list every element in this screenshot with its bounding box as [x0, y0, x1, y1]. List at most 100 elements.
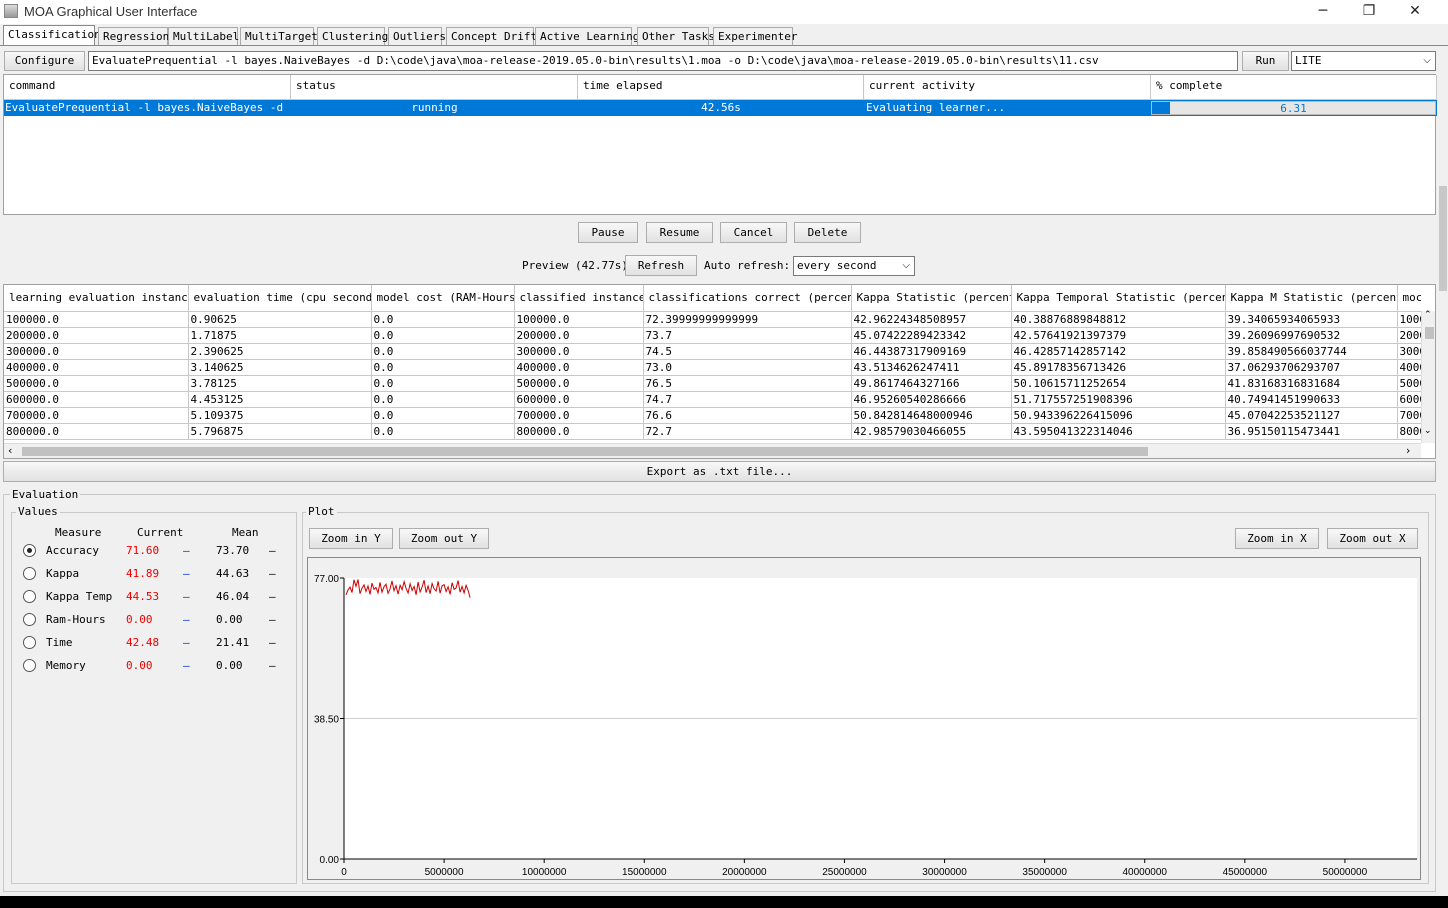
measure-radio-kappa-temp[interactable]	[23, 590, 36, 603]
command-field[interactable]: EvaluatePrequential -l bayes.NaiveBayes …	[88, 51, 1238, 71]
task-header-activity[interactable]: current activity	[864, 75, 1151, 100]
measure-mean: 44.63	[216, 567, 250, 580]
x-tick-label: 10000000	[522, 867, 567, 878]
results-header-cell[interactable]: classified instances	[514, 285, 644, 312]
table-cell: 0.0	[371, 391, 515, 408]
task-header-command[interactable]: command	[4, 75, 291, 100]
table-cell: 100000.0	[514, 311, 644, 328]
scroll-right-icon[interactable]: ›	[1406, 444, 1410, 457]
minimize-icon[interactable]: ─	[1300, 0, 1346, 24]
tab-concept-drift[interactable]: Concept Drift	[446, 27, 537, 46]
table-row[interactable]: 300000.0 2.390625 0.0 300000.0 74.5 46.443873…	[4, 343, 1421, 360]
chevron-down-icon: ⌵	[902, 260, 910, 271]
scroll-left-icon[interactable]: ‹	[8, 444, 12, 457]
table-cell: 600000.0	[4, 391, 189, 408]
export-button[interactable]: Export as .txt file...	[3, 461, 1436, 482]
measure-current-dash: –	[183, 636, 190, 649]
results-hscrollbar[interactable]: ‹ ›	[4, 443, 1421, 458]
zoom-out-x-button[interactable]: Zoom out X	[1327, 528, 1418, 549]
scroll-down-icon[interactable]: ⌄	[1424, 426, 1432, 436]
table-cell: 700000.0	[514, 407, 644, 424]
tab-multitarget[interactable]: MultiTarget	[240, 27, 318, 46]
values-title: Values	[16, 505, 60, 518]
table-cell: 200000.0	[4, 327, 189, 344]
table-row[interactable]: 800000.0 5.796875 0.0 800000.0 72.7 42.985790…	[4, 423, 1421, 440]
cancel-button[interactable]: Cancel	[720, 222, 787, 243]
table-row[interactable]: 600000.0 4.453125 0.0 600000.0 74.7 46.952605…	[4, 391, 1421, 408]
results-header-cell[interactable]: learning evaluation instances	[4, 285, 189, 312]
results-header-cell[interactable]: model cost (RAM-Hours)	[371, 285, 515, 312]
table-cell: 72.39999999999999	[643, 311, 852, 328]
table-row[interactable]: 400000.0 3.140625 0.0 400000.0 73.0 43.513462…	[4, 359, 1421, 376]
refresh-button[interactable]: Refresh	[625, 255, 697, 276]
mode-select[interactable]: LITE ⌵	[1291, 51, 1436, 71]
results-header-cell[interactable]: classifications correct (percent)	[643, 285, 852, 312]
tab-other-tasks[interactable]: Other Tasks	[637, 27, 715, 46]
zoom-in-x-button[interactable]: Zoom in X	[1235, 528, 1319, 549]
measure-mean: 0.00	[216, 613, 243, 626]
task-time: 42.56s	[701, 101, 741, 114]
measure-mean: 73.70	[216, 544, 250, 557]
col-mean-label: Mean	[232, 526, 259, 539]
tab-multilabel[interactable]: MultiLabel	[168, 27, 239, 46]
measure-radio-accuracy[interactable]	[23, 544, 36, 557]
resume-button[interactable]: Resume	[646, 222, 713, 243]
tab-clustering[interactable]: Clustering	[317, 27, 388, 46]
task-header-status[interactable]: status	[291, 75, 578, 100]
x-tick-label: 35000000	[1022, 867, 1067, 878]
measure-radio-time[interactable]	[23, 636, 36, 649]
x-tick-label: 25000000	[822, 867, 867, 878]
table-cell: 73.7	[643, 327, 852, 344]
window-vscrollbar[interactable]	[1438, 46, 1448, 896]
table-cell: 46.95260540286666	[851, 391, 1012, 408]
table-row[interactable]: 500000.0 3.78125 0.0 500000.0 76.5 49.8617464…	[4, 375, 1421, 392]
results-header-cell[interactable]: moc	[1397, 285, 1421, 312]
measure-mean-dash: –	[269, 590, 276, 603]
zoom-in-y-button[interactable]: Zoom in Y	[309, 528, 393, 549]
measure-radio-memory[interactable]	[23, 659, 36, 672]
tab-regression[interactable]: Regression	[98, 27, 169, 46]
results-header-cell[interactable]: evaluation time (cpu seconds)	[188, 285, 372, 312]
measure-radio-kappa[interactable]	[23, 567, 36, 580]
window-vscroll-thumb[interactable]	[1439, 186, 1447, 291]
results-vscrollbar[interactable]: ⌃ ⌄	[1421, 310, 1435, 443]
table-cell: 4000	[1397, 359, 1421, 376]
maximize-icon[interactable]: ❐	[1346, 0, 1392, 24]
table-cell: 74.5	[643, 343, 852, 360]
table-cell: 50.943396226415096	[1011, 407, 1226, 424]
run-button[interactable]: Run	[1242, 51, 1289, 71]
delete-button[interactable]: Delete	[794, 222, 861, 243]
table-row[interactable]: 100000.0 0.90625 0.0 100000.0 72.39999999999…	[4, 311, 1421, 328]
table-cell: 2.390625	[188, 343, 372, 360]
measure-name: Memory	[46, 659, 86, 672]
measure-mean-dash: –	[269, 567, 276, 580]
col-measure-label: Measure	[55, 526, 102, 539]
close-icon[interactable]: ✕	[1392, 0, 1438, 24]
table-row[interactable]: 700000.0 5.109375 0.0 700000.0 76.6 50.842814…	[4, 407, 1421, 424]
results-header-cell[interactable]: Kappa Temporal Statistic (percent)	[1011, 285, 1226, 312]
task-row[interactable]: EvaluatePrequential -l bayes.NaiveBayes …	[4, 100, 1437, 116]
results-hscroll-thumb[interactable]	[22, 447, 1148, 456]
table-cell: 8000	[1397, 423, 1421, 440]
tab-active-learning[interactable]: Active Learning	[535, 27, 639, 46]
task-activity: Evaluating learner...	[866, 101, 1006, 114]
tab-classification[interactable]: Classification	[3, 25, 101, 46]
results-header-cell[interactable]: Kappa M Statistic (percent)	[1225, 285, 1398, 312]
results-vscroll-thumb[interactable]	[1425, 327, 1434, 339]
tab-experimenter[interactable]: Experimenter	[713, 27, 797, 46]
configure-button[interactable]: Configure	[4, 51, 85, 71]
task-header-complete[interactable]: % complete	[1151, 75, 1437, 100]
x-tick-label: 30000000	[922, 867, 967, 878]
measure-radio-ram-hours[interactable]	[23, 613, 36, 626]
scroll-up-icon[interactable]: ⌃	[1424, 310, 1432, 320]
results-header-cell[interactable]: Kappa Statistic (percent)	[851, 285, 1012, 312]
task-header-time[interactable]: time elapsed	[578, 75, 864, 100]
tab-outliers[interactable]: Outliers	[388, 27, 446, 46]
pause-button[interactable]: Pause	[578, 222, 638, 243]
auto-refresh-select[interactable]: every second ⌵	[793, 256, 915, 276]
measure-current-dash: –	[183, 659, 190, 672]
table-row[interactable]: 200000.0 1.71875 0.0 200000.0 73.7 45.0742228…	[4, 327, 1421, 344]
table-cell: 42.98579030466055	[851, 423, 1012, 440]
zoom-out-y-button[interactable]: Zoom out Y	[399, 528, 489, 549]
table-cell: 37.06293706293707	[1225, 359, 1398, 376]
